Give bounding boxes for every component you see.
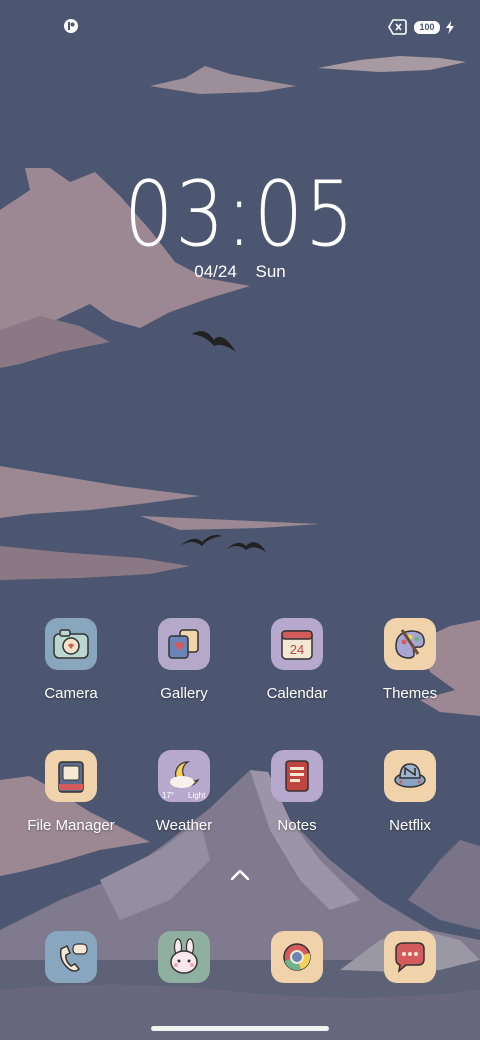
file-manager-icon xyxy=(45,750,97,802)
phone-icon xyxy=(45,931,97,983)
camera-icon xyxy=(45,618,97,670)
dock-phone[interactable] xyxy=(16,931,126,983)
messaging-bunny-icon xyxy=(158,931,210,983)
weather-temp: 17° xyxy=(162,791,174,800)
home-gesture-bar[interactable] xyxy=(151,1026,329,1031)
app-themes[interactable]: Themes xyxy=(355,618,465,702)
app-label: Themes xyxy=(382,685,438,702)
charging-bolt-icon xyxy=(446,20,454,34)
themes-palette-icon xyxy=(384,618,436,670)
clock-date-row[interactable]: 04/24 Sun xyxy=(0,262,480,282)
notes-icon xyxy=(271,750,323,802)
no-sim-icon xyxy=(388,19,407,35)
clock-date: 04/24 xyxy=(194,262,237,281)
clock-time[interactable]: 03:05 xyxy=(34,162,447,267)
netflix-ufo-icon xyxy=(384,750,436,802)
clock-day: Sun xyxy=(255,262,286,281)
app-gallery[interactable]: Gallery xyxy=(129,618,239,702)
app-label: File Manager xyxy=(27,817,115,834)
app-file-manager[interactable]: File Manager xyxy=(16,750,126,834)
gallery-icon xyxy=(158,618,210,670)
status-bar: 100 xyxy=(0,0,480,56)
app-netflix[interactable]: Netflix xyxy=(355,750,465,834)
app-label: Weather xyxy=(155,817,213,834)
dock-chrome[interactable] xyxy=(242,931,352,983)
dock-messaging-bunny[interactable] xyxy=(129,931,239,983)
calendar-icon-date: 24 xyxy=(290,642,304,657)
app-calendar[interactable]: 24 Calendar xyxy=(242,618,352,702)
app-label: Netflix xyxy=(389,817,431,834)
app-notes[interactable]: Notes xyxy=(242,750,352,834)
weather-moon-icon: 17° Light xyxy=(158,750,210,802)
app-camera[interactable]: Camera xyxy=(16,618,126,702)
status-right-group: 100 xyxy=(388,19,454,35)
messages-icon xyxy=(384,931,436,983)
battery-icon: 100 xyxy=(414,20,440,34)
app-label: Gallery xyxy=(160,685,208,702)
app-label: Camera xyxy=(44,685,98,702)
wallpaper xyxy=(0,0,480,1040)
calendar-icon: 24 xyxy=(271,618,323,670)
dock-messages[interactable] xyxy=(355,931,465,983)
app-label: Calendar xyxy=(266,685,328,702)
notification-app-icon xyxy=(64,19,78,33)
app-label: Notes xyxy=(277,817,317,834)
app-weather[interactable]: 17° Light Weather xyxy=(129,750,239,834)
chrome-icon xyxy=(271,931,323,983)
chevron-up-icon[interactable] xyxy=(228,866,252,884)
battery-level: 100 xyxy=(419,21,435,32)
weather-condition: Light xyxy=(188,791,206,800)
